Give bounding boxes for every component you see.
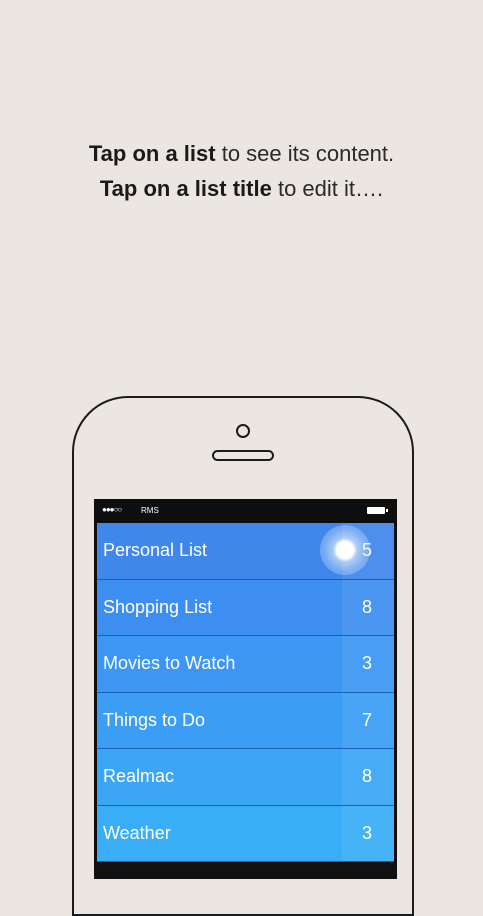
list-item[interactable]: Shopping List 8 bbox=[97, 579, 394, 636]
bottom-bar bbox=[94, 863, 397, 879]
list-item[interactable]: Things to Do 7 bbox=[97, 692, 394, 749]
instruction-line-1: Tap on a list to see its content. bbox=[0, 136, 483, 171]
status-bar: ●●●○○ RMS bbox=[94, 499, 397, 521]
instruction-bold-2: Tap on a list title bbox=[99, 176, 272, 201]
list-title[interactable]: Movies to Watch bbox=[103, 653, 235, 674]
list-title[interactable]: Weather bbox=[103, 823, 171, 844]
instruction-rest-2: to edit it…. bbox=[277, 176, 384, 201]
list-title[interactable]: Shopping List bbox=[103, 597, 212, 618]
list-count: 3 bbox=[361, 822, 372, 843]
instruction-rest-1: to see its content. bbox=[221, 141, 395, 166]
list-item[interactable]: Movies to Watch 3 bbox=[97, 636, 394, 693]
list-count: 8 bbox=[361, 596, 372, 617]
list-item[interactable]: Realmac 8 bbox=[97, 749, 394, 806]
camera-icon bbox=[236, 424, 250, 438]
list-title[interactable]: Personal List bbox=[103, 540, 207, 561]
list-item[interactable]: Weather 3 bbox=[97, 805, 394, 862]
touch-indicator-icon bbox=[320, 525, 370, 575]
list-count: 7 bbox=[361, 709, 372, 730]
instruction-bold-1: Tap on a list bbox=[88, 141, 216, 166]
carrier-label: RMS bbox=[141, 506, 159, 515]
instruction-line-2: Tap on a list title to edit it…. bbox=[0, 171, 483, 206]
battery-icon bbox=[367, 507, 388, 514]
speaker-icon bbox=[212, 450, 274, 461]
list-title[interactable]: Realmac bbox=[103, 766, 174, 787]
list-title[interactable]: Things to Do bbox=[103, 710, 205, 731]
list-count: 3 bbox=[361, 653, 372, 673]
instruction-text: Tap on a list to see its content. Tap on… bbox=[0, 136, 483, 206]
list-count: 8 bbox=[361, 766, 372, 786]
signal-icon: ●●●○○ bbox=[102, 505, 122, 514]
